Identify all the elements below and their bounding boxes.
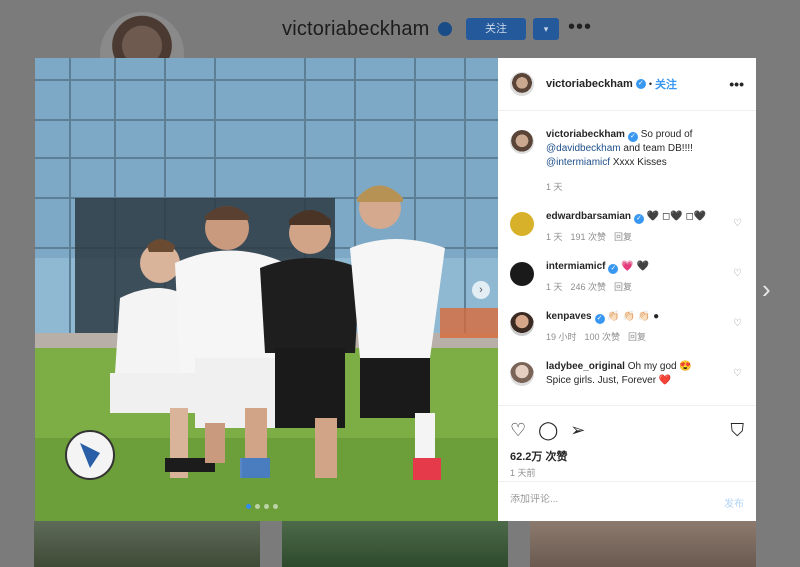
comment-text: 🖤 ◻🖤 ◻🖤 [646,211,707,222]
commenter-username[interactable]: intermiamicf [546,261,605,272]
post-modal: › victoriabeckham ✓ • 关注 ••• victoriabec… [35,58,756,521]
commenter-username[interactable]: ladybee_original [546,361,625,372]
caption-username[interactable]: victoriabeckham [546,129,625,140]
post-sidebar: victoriabeckham ✓ • 关注 ••• victoriabeckh… [498,58,756,521]
carousel-dot [255,504,260,509]
caption-avatar[interactable] [510,130,534,154]
follow-button[interactable]: 关注 [655,76,677,92]
mention-link[interactable]: @davidbeckham [546,143,621,154]
comments-list[interactable]: victoriabeckham ✓ So proud of @davidbeckh… [498,111,756,405]
comment-like-heart-icon[interactable]: ♡ [733,318,742,329]
more-options-icon[interactable]: ••• [568,16,592,39]
post-caption: victoriabeckham ✓ So proud of @davidbeckh… [510,128,744,194]
carousel-indicator [246,504,278,509]
commenter-avatar[interactable] [510,362,534,386]
carousel-dot [264,504,269,509]
add-comment-bar: 发布 [498,481,756,521]
verified-badge-icon: ✓ [635,79,646,89]
grid-thumbnail[interactable] [282,521,508,567]
author-avatar[interactable] [510,72,534,96]
comment-time[interactable]: 1 天 [546,282,563,292]
caption-text: So proud of [640,129,693,140]
comment-likes[interactable]: 246 次赞 [571,282,607,292]
reply-button[interactable]: 回复 [614,232,632,242]
caption-text: and team DB!!!! [623,143,693,154]
comment-item: edwardbarsamian ✓ 🖤 ◻🖤 ◻🖤 1 天 191 次赞 回复 ♡ [510,210,744,244]
reply-button[interactable]: 回复 [614,282,632,292]
chevron-down-icon[interactable]: ▾ [533,18,559,40]
post-photo-image [35,58,498,521]
comment-like-heart-icon[interactable]: ♡ [733,368,742,379]
author-username[interactable]: victoriabeckham [546,78,633,90]
comment-text: 👏🏻 👏🏻 👏🏻 ● [607,311,660,322]
comment-likes[interactable]: 191 次赞 [571,232,607,242]
comment-likes[interactable]: 100 次赞 [585,332,621,342]
comment-bubble-icon[interactable]: ◯ [538,420,558,441]
comment-time[interactable]: 19 小时 [546,332,577,342]
comment-text: Oh my god 😍 [627,361,692,372]
grid-thumbnail[interactable] [34,521,260,567]
post-photo[interactable]: › [35,58,498,521]
separator-dot: • [648,79,652,89]
commenter-avatar[interactable] [510,212,534,236]
comment-item: kenpaves ✓ 👏🏻 👏🏻 👏🏻 ● 19 小时 100 次赞 回复 ♡ [510,310,744,344]
commenter-avatar[interactable] [510,312,534,336]
verified-badge-icon: ✓ [634,214,645,224]
more-options-icon[interactable]: ••• [729,76,744,92]
share-send-icon[interactable]: ➢ [570,420,585,441]
verified-badge-icon: ✓ [594,314,605,324]
like-count[interactable]: 62.2万 次赞 [510,448,567,464]
comment-item: ladybee_original Oh my god 😍 Spice girls… [510,360,744,388]
carousel-dot-active [246,504,251,509]
verified-badge-icon [438,22,452,36]
profile-header: victoriabeckham 关注 ▾ ••• [0,0,800,96]
comment-item: intermiamicf ✓ 💗 🖤 1 天 246 次赞 回复 ♡ [510,260,744,294]
comment-like-heart-icon[interactable]: ♡ [733,268,742,279]
bookmark-icon[interactable]: ⛉ [731,420,745,441]
photo-next-button[interactable]: › [472,281,490,299]
comment-text: Spice girls. Just, Forever ❤️ [546,375,672,386]
profile-follow-button[interactable]: 关注 [466,18,526,40]
post-header: victoriabeckham ✓ • 关注 ••• [498,58,756,111]
grid-thumbnail[interactable] [530,521,756,567]
commenter-username[interactable]: edwardbarsamian [546,211,631,222]
comment-text: 💗 🖤 [621,261,649,272]
reply-button[interactable]: 回复 [628,332,646,342]
verified-badge-icon: ✓ [627,132,638,142]
commenter-username[interactable]: kenpaves [546,311,592,322]
comment-input[interactable] [510,494,690,505]
mention-link[interactable]: @intermiamicf [546,157,610,168]
commenter-avatar[interactable] [510,262,534,286]
post-actions: ♡ ◯ ➢ ⛉ 62.2万 次赞 1 天前 发布 [498,405,756,521]
comment-like-heart-icon[interactable]: ♡ [733,218,742,229]
profile-username: victoriabeckham [282,18,430,40]
post-timestamp: 1 天前 [510,468,536,478]
publish-button[interactable]: 发布 [724,495,744,510]
verified-badge-icon: ✓ [608,264,619,274]
like-heart-icon[interactable]: ♡ [510,420,526,441]
caption-text: Xxxx Kisses [612,157,667,168]
next-post-arrow-icon[interactable]: › [762,276,771,302]
carousel-dot [273,504,278,509]
comment-time[interactable]: 1 天 [546,232,563,242]
caption-time: 1 天 [546,182,563,192]
